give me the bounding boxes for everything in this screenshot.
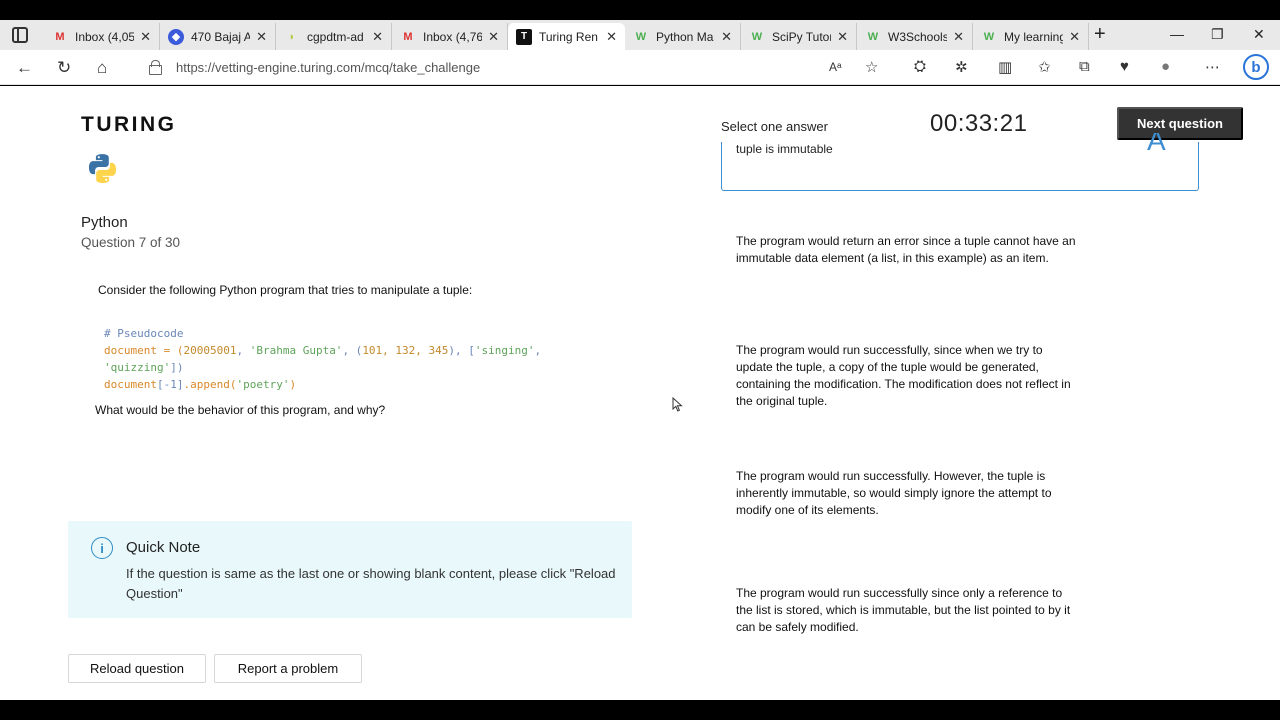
- quick-note-body: If the question is same as the last one …: [126, 566, 616, 601]
- refresh-icon[interactable]: ↻: [57, 58, 71, 78]
- gmail-icon: M: [55, 30, 65, 43]
- answer-option-b[interactable]: The program would return an error since …: [736, 233, 1076, 267]
- puzzle-icon[interactable]: ✲: [955, 58, 968, 76]
- close-icon[interactable]: ✕: [1069, 29, 1080, 45]
- w3schools-icon: W: [983, 30, 995, 43]
- tab-turing[interactable]: T Turing Ren ✕: [508, 23, 625, 50]
- code-token: ), [: [448, 344, 475, 357]
- quick-note-title: Quick Note: [126, 539, 201, 556]
- heart-monitor-icon[interactable]: ♥: [1120, 58, 1129, 75]
- answer-option-d[interactable]: The program would run successfully. Howe…: [736, 468, 1076, 519]
- bing-icon[interactable]: b: [1243, 54, 1269, 80]
- language-title: Python: [81, 214, 128, 231]
- tab-inbox-2[interactable]: M Inbox (4,76 ✕: [392, 23, 508, 50]
- code-token: document: [104, 378, 157, 391]
- code-token: ): [289, 378, 297, 391]
- url-field[interactable]: https://vetting-engine.turing.com/mcq/ta…: [176, 60, 480, 75]
- close-icon[interactable]: ✕: [721, 29, 732, 45]
- tab-scipy[interactable]: W SciPy Tutor ✕: [741, 23, 857, 50]
- extension-icon[interactable]: ⛭: [914, 58, 926, 75]
- tab-inbox-1[interactable]: M Inbox (4,05 ✕: [44, 23, 160, 50]
- close-icon[interactable]: ✕: [837, 29, 848, 45]
- tab-bajaj[interactable]: ◆ 470 Bajaj A ✕: [160, 23, 276, 50]
- tab-actions-icon[interactable]: [12, 27, 28, 43]
- turing-icon: T: [516, 28, 532, 45]
- python-logo-icon: [88, 154, 117, 183]
- option-letter: A: [1147, 133, 1166, 151]
- code-token: 'singing': [474, 344, 535, 357]
- code-token: [-1]: [156, 378, 184, 391]
- minimize-icon[interactable]: —: [1170, 26, 1184, 42]
- code-block: # Pseudocode document = (20005001, 'Brah…: [104, 325, 541, 393]
- app-icon: ◆: [168, 28, 184, 45]
- code-token: 'quizzing': [104, 361, 171, 374]
- leaf-icon: ◗: [288, 30, 296, 43]
- favorite-star-icon[interactable]: ☆: [865, 58, 878, 76]
- new-tab-button[interactable]: +: [1094, 23, 1106, 46]
- window-close-icon[interactable]: ✕: [1253, 26, 1265, 43]
- restore-icon[interactable]: ❐: [1211, 26, 1224, 43]
- reload-question-button[interactable]: Reload question: [68, 654, 206, 683]
- code-comment: # Pseudocode: [104, 327, 184, 340]
- profile-icon[interactable]: ●: [1161, 58, 1170, 75]
- code-token: ,: [236, 344, 250, 357]
- question-prompt: What would be the behavior of this progr…: [95, 403, 386, 417]
- close-icon[interactable]: ✕: [256, 29, 267, 45]
- back-icon[interactable]: ←: [16, 58, 33, 78]
- screen: M Inbox (4,05 ✕ ◆ 470 Bajaj A ✕ ◗ cgpdtm…: [0, 0, 1280, 720]
- w3schools-icon: W: [635, 30, 647, 43]
- tab-python-manual[interactable]: W Python Ma ✕: [625, 23, 741, 50]
- w3schools-icon: W: [867, 30, 879, 43]
- more-icon[interactable]: ⋯: [1205, 58, 1220, 76]
- close-icon[interactable]: ✕: [372, 29, 383, 45]
- code-token: 'Brahma Gupta': [249, 344, 343, 357]
- report-problem-button[interactable]: Report a problem: [214, 654, 362, 683]
- quick-note: i Quick Note If the question is same as …: [68, 521, 632, 618]
- tab-w3schools[interactable]: W W3Schools ✕: [857, 23, 973, 50]
- answer-option-a-text[interactable]: tuple is immutable: [736, 142, 833, 156]
- turing-logo: TURING: [81, 113, 177, 136]
- split-screen-icon[interactable]: ▥: [998, 58, 1012, 76]
- w3schools-icon: W: [751, 30, 763, 43]
- close-icon[interactable]: ✕: [606, 29, 617, 45]
- gmail-icon: M: [403, 30, 413, 43]
- close-icon[interactable]: ✕: [488, 29, 499, 45]
- close-icon[interactable]: ✕: [953, 29, 964, 45]
- mouse-cursor-icon: [672, 397, 683, 412]
- info-icon: i: [91, 537, 113, 559]
- close-icon[interactable]: ✕: [140, 29, 151, 45]
- code-token: .append(: [183, 378, 237, 391]
- code-token: ,: [534, 344, 542, 357]
- browser-tab-strip: M Inbox (4,05 ✕ ◆ 470 Bajaj A ✕ ◗ cgpdtm…: [0, 20, 1280, 50]
- countdown-timer: 00:33:21: [930, 110, 1028, 137]
- tab-cgpdtm[interactable]: ◗ cgpdtm-ad ✕: [276, 23, 392, 50]
- read-aloud-icon[interactable]: Aᵃ: [829, 60, 841, 74]
- answer-option-c[interactable]: The program would run successfully, sinc…: [736, 342, 1076, 410]
- question-intro: Consider the following Python program th…: [98, 283, 473, 297]
- code-token: ]): [170, 361, 184, 374]
- code-token: 'poetry': [236, 378, 290, 391]
- code-token: document = (: [104, 344, 184, 357]
- code-token: 20005001: [183, 344, 237, 357]
- lock-icon[interactable]: [149, 60, 162, 75]
- favorites-icon[interactable]: ✩: [1038, 58, 1051, 76]
- question-counter: Question 7 of 30: [81, 235, 181, 250]
- tab-my-learning[interactable]: W My learning ✕: [973, 23, 1089, 50]
- select-answer-label: Select one answer: [721, 119, 828, 134]
- home-icon[interactable]: ⌂: [97, 58, 107, 78]
- address-bar: ← ↻ ⌂ https://vetting-engine.turing.com/…: [0, 50, 1280, 85]
- answer-option-e[interactable]: The program would run successfully since…: [736, 585, 1076, 636]
- code-token: , (: [342, 344, 363, 357]
- collections-icon[interactable]: ⧉: [1079, 58, 1090, 75]
- next-question-button[interactable]: Next question: [1117, 107, 1243, 140]
- code-token: 101, 132, 345: [362, 344, 449, 357]
- page-content: TURING Python Question 7 of 30 Consider …: [0, 86, 1280, 700]
